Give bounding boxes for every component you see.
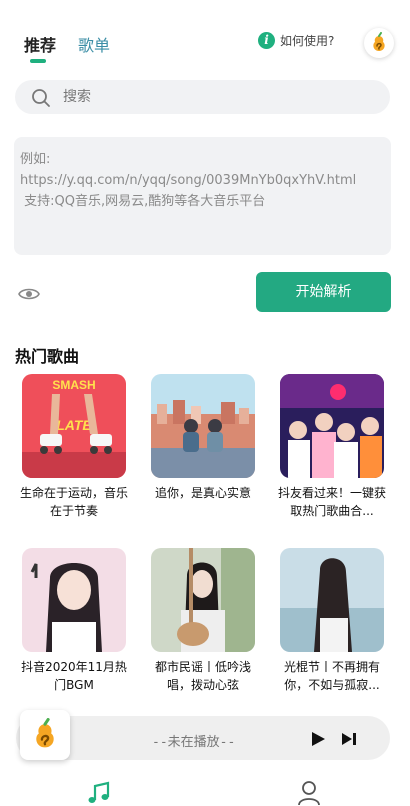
song-card[interactable]: SMASH LATE 生命在于运动，音乐在于节奏 xyxy=(19,374,129,520)
tab-playlists[interactable]: 歌单 xyxy=(78,32,110,56)
cover-text: LATE xyxy=(56,417,92,433)
song-cover xyxy=(280,548,384,652)
url-placeholder: 例如: https://y.qq.com/n/yqq/song/0039MnYb… xyxy=(20,152,357,209)
song-title: 抖友看过来！一键获取热门歌曲合... xyxy=(277,486,386,518)
top-bar: 推荐 歌单 i 如何使用? xyxy=(0,28,410,68)
skip-next-icon[interactable] xyxy=(341,731,357,747)
song-cover xyxy=(151,374,255,478)
song-title: 都市民谣丨低吟浅唱，拨动心弦 xyxy=(154,660,251,692)
search-input[interactable] xyxy=(63,80,363,114)
cover-text: SMASH xyxy=(52,378,95,392)
song-card[interactable]: 光棍节丨不再拥有你，不如与孤寂... xyxy=(277,548,387,694)
pear-logo-icon xyxy=(36,718,54,748)
song-title: 生命在于运动，音乐在于节奏 xyxy=(19,486,128,518)
help-link[interactable]: i 如何使用? xyxy=(258,32,334,49)
song-card[interactable]: 追你，是真心实意 xyxy=(148,374,258,520)
hot-songs-title: 热门歌曲 xyxy=(15,347,80,366)
eye-icon[interactable] xyxy=(18,286,40,302)
search-bar xyxy=(15,80,390,114)
app-logo-button[interactable] xyxy=(364,28,394,58)
url-textarea[interactable]: 例如: https://y.qq.com/n/yqq/song/0039MnYb… xyxy=(14,137,391,255)
parse-button[interactable]: 开始解析 xyxy=(256,272,391,312)
help-label: 如何使用? xyxy=(280,34,335,48)
info-icon: i xyxy=(258,32,275,49)
pear-logo-icon xyxy=(373,32,385,51)
song-cover xyxy=(22,548,126,652)
song-card[interactable]: 抖友看过来！一键获取热门歌曲合... xyxy=(277,374,387,520)
search-icon xyxy=(32,89,50,107)
song-title: 抖音2020年11月热门BGM xyxy=(21,660,127,692)
player-status: --未在播放-- xyxy=(152,735,236,750)
song-cover xyxy=(151,548,255,652)
song-card[interactable]: 都市民谣丨低吟浅唱，拨动心弦 xyxy=(148,548,258,694)
user-icon[interactable] xyxy=(297,780,321,806)
active-tab-indicator xyxy=(30,59,46,63)
song-cover xyxy=(280,374,384,478)
play-icon[interactable] xyxy=(310,731,326,747)
song-title: 光棍节丨不再拥有你，不如与孤寂... xyxy=(283,660,380,692)
music-note-icon[interactable] xyxy=(86,780,112,806)
song-card[interactable]: 抖音2020年11月热门BGM xyxy=(19,548,129,694)
tab-recommend[interactable]: 推荐 xyxy=(24,32,56,56)
song-title: 追你，是真心实意 xyxy=(154,486,251,500)
player-cover[interactable] xyxy=(20,710,70,760)
song-cover: SMASH LATE xyxy=(22,374,126,478)
